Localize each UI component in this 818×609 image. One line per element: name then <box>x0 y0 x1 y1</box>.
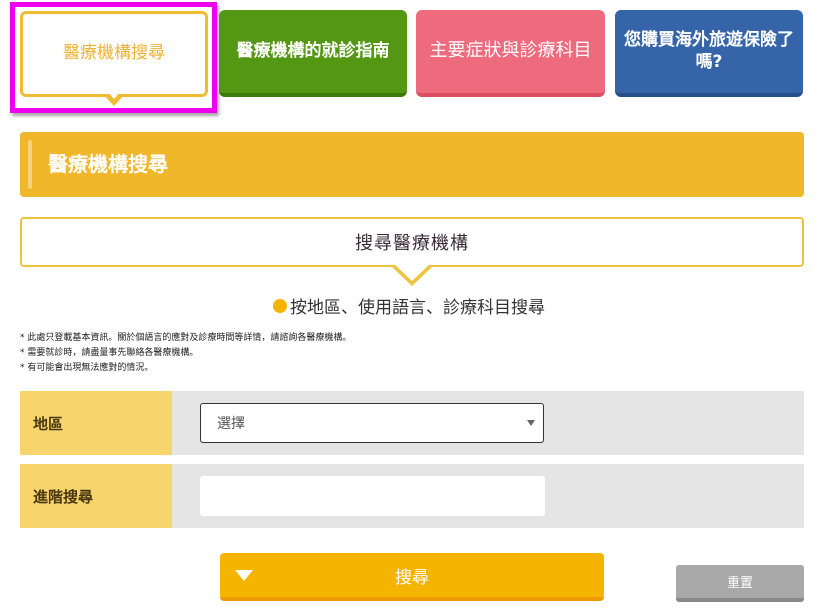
tab-pointer-icon <box>103 91 125 106</box>
section-accent-bar <box>28 140 32 189</box>
down-pointer-icon <box>391 264 433 286</box>
tab-label: 您購買海外旅遊保險了嗎? <box>624 30 794 72</box>
region-label: 地區 <box>20 391 172 455</box>
search-box-header: 搜尋醫療機構 <box>20 217 804 286</box>
bullet-dot-icon <box>273 298 287 313</box>
search-button-label: 搜尋 <box>395 567 429 588</box>
triangle-down-icon <box>235 570 253 581</box>
note-item: * 需要就診時，請盡量事先聯絡各醫療機構。 <box>20 348 199 358</box>
reset-button[interactable]: 重置 <box>676 565 804 602</box>
note-item: * 有可能會出現無法應對的情況。 <box>20 363 154 373</box>
advanced-search-input[interactable] <box>200 476 545 516</box>
tab-medical-search[interactable]: 醫療機構搜尋 <box>20 11 208 106</box>
chevron-down-icon <box>527 420 535 426</box>
form-row-region: 地區 選擇 <box>20 391 804 455</box>
tab-travel-insurance[interactable]: 您購買海外旅遊保險了嗎? <box>615 10 803 97</box>
tab-symptoms-departments[interactable]: 主要症狀與診療科目 <box>416 10 605 97</box>
section-title: 醫療機構搜尋 <box>48 152 168 176</box>
tab-label: 醫療機構搜尋 <box>63 43 165 64</box>
search-button[interactable]: 搜尋 <box>220 553 604 601</box>
region-select[interactable]: 選擇 <box>200 403 544 443</box>
search-by-label: 按地區、使用語言、診療科目搜尋 <box>290 298 545 318</box>
note-item: * 此處只登載基本資訊。關於個語言的應對及診療時間等詳情，請諮詢各醫療機構。 <box>20 333 352 343</box>
form-row-advanced: 進階搜尋 <box>20 464 804 528</box>
advanced-search-label: 進階搜尋 <box>20 464 172 528</box>
search-by-heading: 按地區、使用語言、診療科目搜尋 <box>0 293 818 318</box>
tab-label: 主要症狀與診療科目 <box>429 40 592 62</box>
tab-consultation-guide[interactable]: 醫療機構的就診指南 <box>219 10 407 97</box>
notes: * 此處只登載基本資訊。關於個語言的應對及診療時間等詳情，請諮詢各醫療機構。 *… <box>20 331 351 376</box>
reset-button-label: 重置 <box>726 576 753 591</box>
search-box-title: 搜尋醫療機構 <box>355 233 469 254</box>
region-selected-value: 選擇 <box>217 416 245 432</box>
section-header: 醫療機構搜尋 <box>20 132 804 197</box>
tab-label: 醫療機構的就診指南 <box>236 40 390 61</box>
